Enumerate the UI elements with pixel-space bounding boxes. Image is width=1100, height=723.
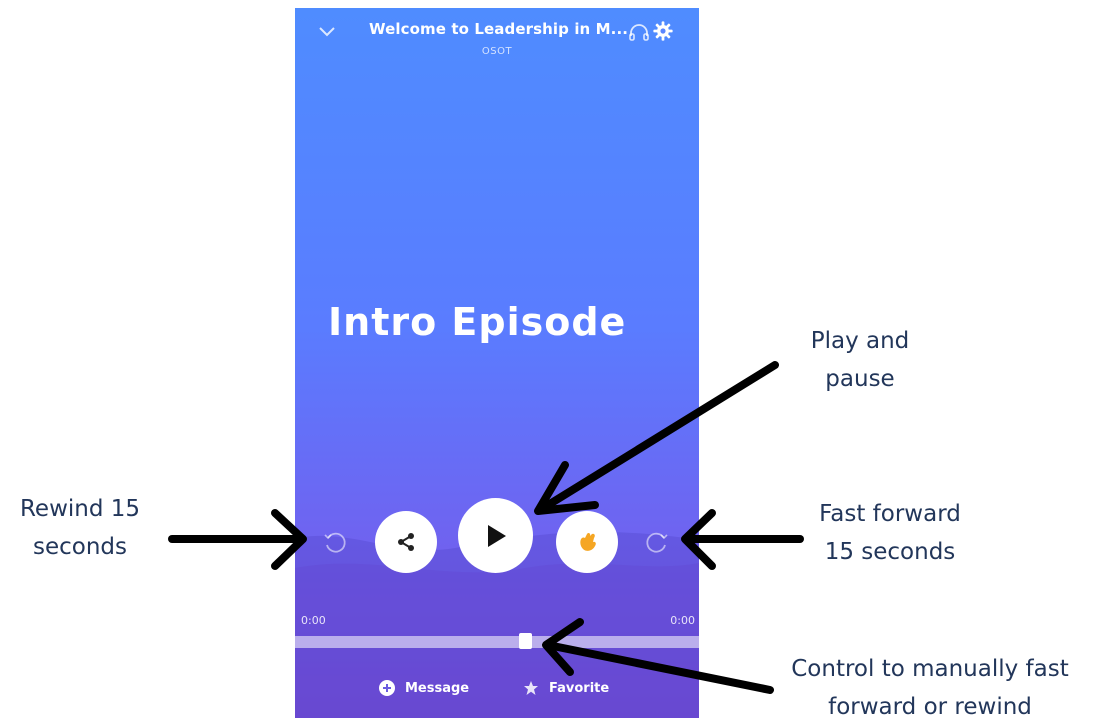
episode-header-title: Welcome to Leadership in M... — [369, 20, 629, 38]
rewind-15-icon[interactable] — [322, 529, 348, 555]
message-icon — [379, 680, 395, 696]
share-icon — [398, 533, 414, 551]
annotation-line: Control to manually fast — [791, 656, 1069, 682]
star-icon — [524, 681, 538, 695]
chevron-down-icon[interactable] — [317, 24, 337, 40]
annotation-rewind: Rewind 15 seconds — [0, 490, 160, 566]
gear-icon[interactable] — [652, 20, 674, 42]
progress-scrubber[interactable] — [295, 636, 699, 648]
episode-title: Intro Episode — [328, 300, 627, 344]
message-label: Message — [405, 680, 470, 696]
play-pause-button[interactable] — [458, 498, 533, 573]
podcast-name: OSOT — [481, 46, 513, 57]
clap-icon — [580, 532, 596, 551]
play-icon — [487, 524, 506, 547]
annotation-line: Play and — [810, 328, 910, 354]
elapsed-time: 0:00 — [301, 614, 326, 627]
annotation-line: seconds — [32, 534, 127, 560]
annotation-line: pause — [825, 366, 895, 392]
player-header: Welcome to Leadership in M... OSOT — [295, 8, 699, 68]
clap-button[interactable] — [556, 511, 618, 573]
podcast-player-screen: Welcome to Leadership in M... OSOT Intro… — [295, 8, 699, 718]
annotation-play-pause: Play and pause — [790, 322, 930, 398]
favorite-button[interactable]: Favorite — [523, 680, 609, 696]
total-time: 0:00 — [670, 614, 695, 627]
annotation-scrub-control: Control to manually fast forward or rewi… — [760, 650, 1100, 723]
scrubber-handle[interactable] — [519, 633, 532, 649]
annotation-line: Rewind 15 — [19, 496, 141, 522]
annotation-fast-forward: Fast forward 15 seconds — [790, 495, 990, 571]
favorite-label: Favorite — [549, 680, 610, 696]
annotated-screenshot: Welcome to Leadership in M... OSOT Intro… — [0, 0, 1100, 723]
share-button[interactable] — [375, 511, 437, 573]
message-button[interactable]: Message — [379, 680, 469, 696]
headphones-icon[interactable] — [628, 22, 650, 42]
forward-15-icon[interactable] — [644, 529, 670, 555]
annotation-line: Fast forward — [819, 501, 961, 527]
annotation-line: 15 seconds — [824, 539, 956, 565]
annotation-line: forward or rewind — [828, 694, 1032, 720]
